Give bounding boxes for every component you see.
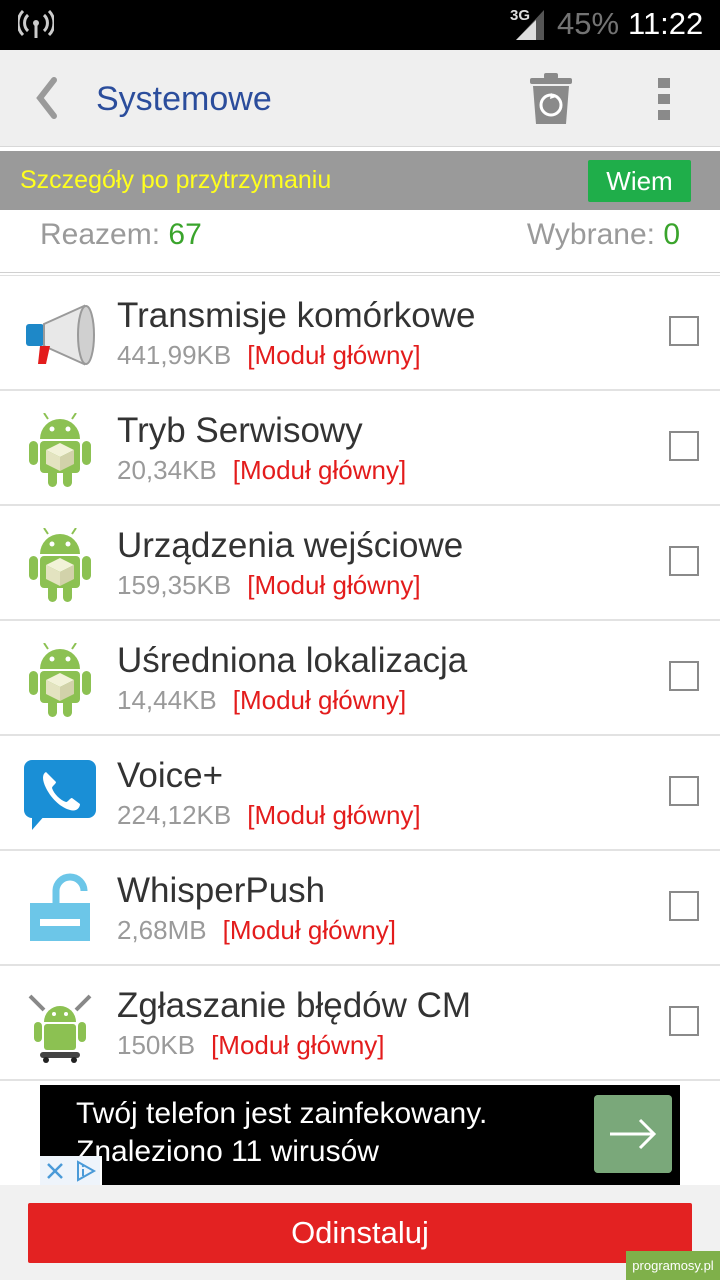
- hint-bar: Szczegóły po przytrzymaniu Wiem: [0, 151, 720, 210]
- app-name: WhisperPush: [117, 871, 326, 910]
- cell-signal-icon: [516, 10, 544, 40]
- recycle-bin-icon[interactable]: [528, 72, 574, 126]
- app-tag: [Moduł główny]: [247, 800, 421, 830]
- list-item[interactable]: Voice+ 224,12KB [Moduł główny]: [0, 736, 720, 851]
- total-label: Reazem:: [40, 218, 169, 251]
- clock: 11:22: [628, 6, 704, 41]
- select-checkbox[interactable]: [669, 316, 699, 346]
- app-bar: Systemowe: [0, 50, 720, 147]
- android-icon: [29, 643, 91, 717]
- ad-text-line2: Znaleziono 11 wirusów: [76, 1135, 379, 1168]
- total-value: 67: [168, 218, 202, 251]
- phone-bubble-icon: [24, 760, 96, 830]
- select-checkbox[interactable]: [669, 891, 699, 921]
- app-size: 20,34KB: [117, 455, 217, 485]
- ad-banner[interactable]: Twój telefon jest zainfekowany. Znalezio…: [40, 1085, 680, 1185]
- bottom-bar: Odinstaluj: [0, 1185, 720, 1280]
- list-item[interactable]: Uśredniona lokalizacja 14,44KB [Moduł głó…: [0, 621, 720, 736]
- overflow-menu-icon[interactable]: [652, 76, 676, 122]
- select-checkbox[interactable]: [669, 1006, 699, 1036]
- back-chevron-icon[interactable]: [30, 74, 64, 122]
- app-meta: 159,35KB [Moduł główny]: [117, 570, 421, 601]
- app-name: Urządzenia wejściowe: [117, 526, 464, 565]
- uninstall-button[interactable]: Odinstaluj: [28, 1203, 692, 1263]
- selected-value: 0: [663, 218, 680, 251]
- app-size: 2,68MB: [117, 915, 207, 945]
- app-tag: [Moduł główny]: [211, 1030, 385, 1060]
- app-meta: 441,99KB [Moduł główny]: [117, 340, 421, 371]
- list-item[interactable]: Zgłaszanie błędów CM 150KB [Moduł główny]: [0, 966, 720, 1081]
- select-checkbox[interactable]: [669, 661, 699, 691]
- ad-text-line1: Twój telefon jest zainfekowany.: [76, 1097, 488, 1130]
- arrow-right-icon[interactable]: [594, 1095, 672, 1173]
- page-title: Systemowe: [96, 80, 272, 118]
- app-name: Transmisje komórkowe: [117, 296, 476, 335]
- unlock-icon: [30, 873, 90, 941]
- selected-count: Wybrane: 0: [527, 218, 680, 252]
- signal-broadcast-icon: [18, 10, 54, 38]
- app-size: 159,35KB: [117, 570, 232, 600]
- app-meta: 150KB [Moduł główny]: [117, 1030, 385, 1061]
- app-meta: 20,34KB [Moduł główny]: [117, 455, 406, 486]
- app-size: 441,99KB: [117, 340, 232, 370]
- android-tools-icon: [28, 994, 92, 1063]
- app-name: Uśredniona lokalizacja: [117, 641, 468, 680]
- app-tag: [Moduł główny]: [247, 340, 421, 370]
- app-tag: [Moduł główny]: [247, 570, 421, 600]
- hint-text: Szczegóły po przytrzymaniu: [20, 166, 332, 194]
- select-checkbox[interactable]: [669, 776, 699, 806]
- app-meta: 2,68MB [Moduł główny]: [117, 915, 396, 946]
- list-item[interactable]: Urządzenia wejściowe 159,35KB [Moduł głów…: [0, 506, 720, 621]
- adchoices-icon[interactable]: [70, 1156, 100, 1186]
- app-name: Voice+: [117, 756, 224, 795]
- android-icon: [29, 413, 91, 487]
- app-name: Tryb Serwisowy: [117, 411, 363, 450]
- app-size: 150KB: [117, 1030, 196, 1060]
- android-icon: [29, 528, 91, 602]
- status-bar: 3G 45% 11:22: [0, 0, 720, 50]
- app-meta: 224,12KB [Moduł główny]: [117, 800, 421, 831]
- battery-level: 45%: [557, 6, 620, 41]
- app-list[interactable]: Transmisje komórkowe 441,99KB [Moduł głów…: [0, 275, 720, 1086]
- watermark: programosy.pl: [626, 1251, 720, 1280]
- totals-bar: Reazem: 67 Wybrane: 0: [0, 210, 720, 273]
- app-name: Zgłaszanie błędów CM: [117, 986, 472, 1025]
- close-icon[interactable]: [40, 1156, 70, 1186]
- ad-controls: [40, 1156, 102, 1186]
- list-item[interactable]: Transmisje komórkowe 441,99KB [Moduł głów…: [0, 276, 720, 391]
- app-size: 224,12KB: [117, 800, 232, 830]
- total-count: Reazem: 67: [40, 218, 202, 252]
- app-tag: [Moduł główny]: [232, 685, 407, 715]
- list-item[interactable]: Tryb Serwisowy 20,34KB [Moduł główny]: [0, 391, 720, 506]
- select-checkbox[interactable]: [669, 546, 699, 576]
- app-tag: [Moduł główny]: [232, 455, 407, 485]
- megaphone-icon: [26, 304, 95, 366]
- select-checkbox[interactable]: [669, 431, 699, 461]
- list-item[interactable]: WhisperPush 2,68MB [Moduł główny]: [0, 851, 720, 966]
- app-size: 14,44KB: [117, 685, 217, 715]
- selected-label: Wybrane:: [526, 218, 664, 251]
- got-it-button[interactable]: Wiem: [588, 160, 691, 202]
- app-meta: 14,44KB [Moduł główny]: [117, 685, 406, 716]
- app-tag: [Moduł główny]: [222, 915, 397, 945]
